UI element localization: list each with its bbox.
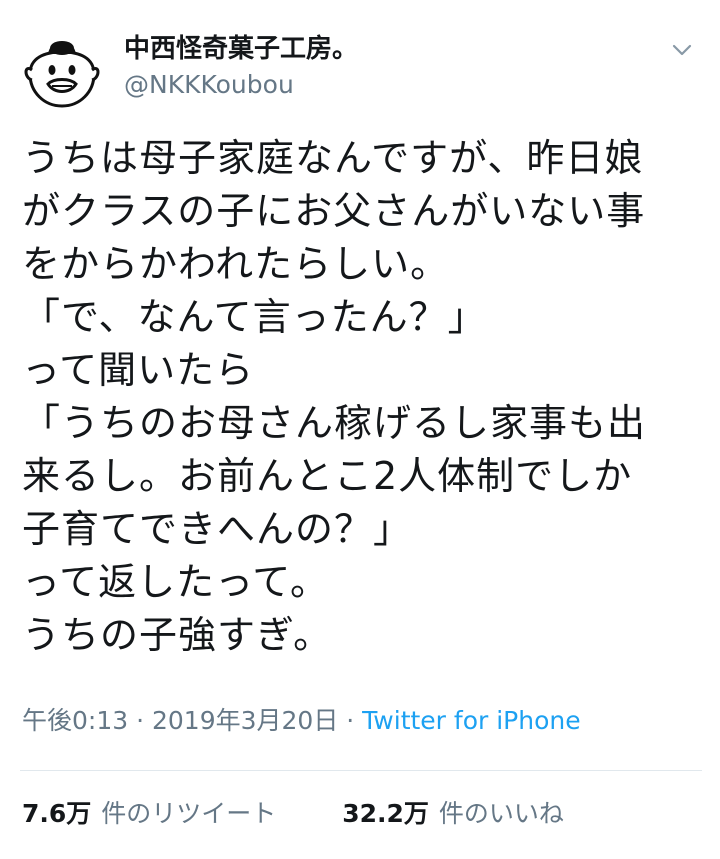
tweet-text-line: って返したって。 [22, 560, 330, 604]
tweet-text-line: 「で、なんて言ったん？」 [22, 295, 487, 339]
retweets-count: 7.6万 [22, 799, 92, 828]
tweet-text-line: がクラスの子にお父さんがいない事 [22, 189, 646, 233]
avatar[interactable] [20, 30, 104, 114]
retweets-stat[interactable]: 7.6万 件のリツイート [22, 796, 276, 832]
likes-label: 件のいいね [438, 799, 564, 828]
likes-count: 32.2万 [342, 799, 429, 828]
tweet-time[interactable]: 午後0:13 [22, 706, 128, 735]
tweet-stats: 7.6万 件のリツイート 32.2万 件のいいね [22, 796, 564, 832]
tweet-meta: 午後0:13 · 2019年3月20日 · Twitter for iPhone [22, 703, 581, 739]
divider [20, 770, 702, 771]
meta-separator: · [128, 706, 152, 735]
tweet-detail: 中西怪奇菓子工房。 @NKKKoubou うちは母子家庭なんですが、昨日娘 がク… [0, 0, 720, 859]
tweet-text-line: うちの子強すぎ。 [22, 613, 333, 657]
tweet-text-line: 「うちのお母さん稼げるし家事も出 [22, 401, 647, 445]
display-name[interactable]: 中西怪奇菓子工房。 [124, 32, 358, 66]
tweet-text: うちは母子家庭なんですが、昨日娘 がクラスの子にお父さんがいない事 をからかわれ… [22, 132, 698, 662]
tweet-date[interactable]: 2019年3月20日 [152, 706, 338, 735]
chevron-down-icon[interactable] [670, 38, 694, 62]
likes-stat[interactable]: 32.2万 件のいいね [342, 796, 564, 832]
tweet-text-line: 来るし。お前んとこ2人体制でしか [22, 454, 633, 498]
user-handle[interactable]: @NKKKoubou [124, 68, 358, 102]
retweets-label: 件のリツイート [101, 799, 277, 828]
tweet-text-line: って聞いたら [22, 348, 255, 392]
user-names: 中西怪奇菓子工房。 @NKKKoubou [124, 32, 358, 102]
meta-separator: · [338, 706, 363, 735]
cartoon-face-avatar-icon [20, 30, 104, 114]
tweet-text-line: をからかわれたらしい。 [22, 242, 450, 286]
tweet-source-link[interactable]: Twitter for iPhone [362, 706, 580, 735]
tweet-text-line: うちは母子家庭なんですが、昨日娘 [22, 136, 644, 180]
tweet-text-line: 子育てできへんの？」 [22, 507, 413, 551]
tweet-header: 中西怪奇菓子工房。 @NKKKoubou [20, 18, 700, 114]
